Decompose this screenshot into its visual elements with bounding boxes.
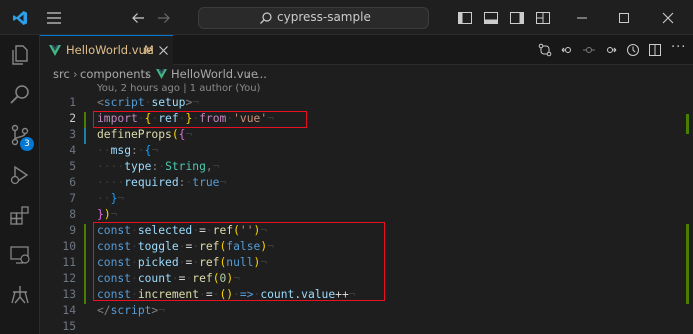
run-debug-icon[interactable] bbox=[8, 163, 32, 187]
breadcrumb-components[interactable]: components bbox=[80, 67, 151, 81]
chevron-right-icon: › bbox=[73, 67, 78, 81]
code-line: ··}¬ bbox=[97, 192, 125, 205]
code-line: ····required:·true¬ bbox=[97, 176, 227, 189]
line-number: 5 bbox=[69, 160, 76, 173]
editor-tab-bar: HelloWorld.vue M ··· bbox=[40, 35, 693, 65]
code-line: ····type:·String,¬ bbox=[97, 160, 220, 173]
line-number: 9 bbox=[69, 224, 76, 237]
maximize-icon[interactable] bbox=[617, 11, 631, 25]
git-added-marker bbox=[84, 224, 86, 304]
next-change-icon[interactable] bbox=[604, 43, 618, 57]
vscode-logo-icon bbox=[12, 10, 28, 26]
minimize-icon[interactable] bbox=[575, 11, 589, 25]
testing-icon[interactable] bbox=[8, 283, 32, 307]
breadcrumb-ellipsis[interactable]: ... bbox=[256, 67, 267, 81]
line-number: 4 bbox=[69, 144, 76, 157]
search-label: cypress-sample bbox=[277, 10, 371, 24]
search-icon[interactable] bbox=[8, 83, 32, 107]
tab-label: HelloWorld.vue bbox=[66, 43, 153, 57]
vue-file-icon bbox=[49, 45, 61, 56]
breadcrumb-src[interactable]: src bbox=[53, 67, 70, 81]
close-tab-icon[interactable] bbox=[158, 45, 169, 56]
explorer-icon[interactable] bbox=[8, 43, 32, 67]
toggle-panel-icon[interactable] bbox=[483, 10, 499, 26]
open-changes-icon[interactable] bbox=[582, 43, 596, 57]
line-number: 2 bbox=[69, 112, 76, 125]
line-number: 6 bbox=[69, 176, 76, 189]
previous-change-icon[interactable] bbox=[560, 43, 574, 57]
git-modified-marker bbox=[84, 128, 86, 144]
line-number: 1 bbox=[69, 96, 76, 109]
line-number: 15 bbox=[62, 320, 76, 333]
toggle-blame-icon[interactable] bbox=[626, 43, 640, 57]
overview-ruler-marker bbox=[686, 224, 689, 304]
forward-arrow-icon[interactable] bbox=[157, 11, 171, 25]
remote-explorer-icon[interactable] bbox=[8, 243, 32, 267]
command-center-search[interactable]: cypress-sample bbox=[198, 7, 429, 29]
code-line: defineProps({¬ bbox=[97, 128, 193, 141]
toggle-primary-sidebar-icon[interactable] bbox=[457, 10, 473, 26]
search-icon bbox=[259, 11, 273, 25]
line-number: 3 bbox=[69, 128, 76, 141]
customize-layout-icon[interactable] bbox=[535, 10, 551, 26]
line-number: 11 bbox=[62, 256, 76, 269]
code-line: </script>¬ bbox=[97, 304, 166, 317]
chevron-right-icon: › bbox=[145, 67, 150, 81]
code-line: <script·setup>¬ bbox=[97, 96, 200, 109]
source-control-badge: 3 bbox=[20, 137, 34, 151]
git-blame-codelens[interactable]: You, 2 hours ago | 1 author (You) bbox=[97, 83, 260, 94]
breadcrumb: src › components › HelloWorld.vue › ... bbox=[40, 65, 693, 83]
toggle-secondary-sidebar-icon[interactable] bbox=[509, 10, 525, 26]
overview-ruler-marker bbox=[686, 114, 689, 134]
back-arrow-icon[interactable] bbox=[131, 11, 145, 25]
activity-bar: 3 bbox=[0, 35, 40, 334]
code-line: })¬ bbox=[97, 208, 118, 221]
breadcrumb-file[interactable]: HelloWorld.vue bbox=[171, 67, 258, 81]
menu-icon[interactable] bbox=[46, 11, 62, 25]
tab-helloworld-vue[interactable]: HelloWorld.vue M bbox=[40, 35, 173, 65]
split-editor-icon[interactable] bbox=[648, 43, 662, 57]
code-editor[interactable]: 1 2 3 4 5 6 7 8 9 10 11 12 13 14 15 <scr… bbox=[40, 94, 693, 334]
line-number: 8 bbox=[69, 208, 76, 221]
vue-file-icon bbox=[156, 69, 167, 79]
more-actions-icon[interactable]: ··· bbox=[671, 40, 686, 55]
extensions-icon[interactable] bbox=[8, 203, 32, 227]
line-number: 14 bbox=[62, 304, 76, 317]
compare-changes-icon[interactable] bbox=[538, 43, 552, 57]
close-window-icon[interactable] bbox=[661, 11, 675, 25]
chevron-right-icon: › bbox=[246, 67, 251, 81]
title-bar: cypress-sample bbox=[0, 0, 693, 35]
highlight-box-import bbox=[93, 111, 307, 128]
line-number: 10 bbox=[62, 240, 76, 253]
line-number: 7 bbox=[69, 192, 76, 205]
git-added-marker bbox=[84, 112, 86, 128]
highlight-box-refs bbox=[93, 222, 385, 301]
line-number: 12 bbox=[62, 272, 76, 285]
code-line: ··msg:·{¬ bbox=[97, 144, 159, 157]
modified-indicator: M bbox=[144, 43, 154, 57]
line-number: 13 bbox=[62, 288, 76, 301]
